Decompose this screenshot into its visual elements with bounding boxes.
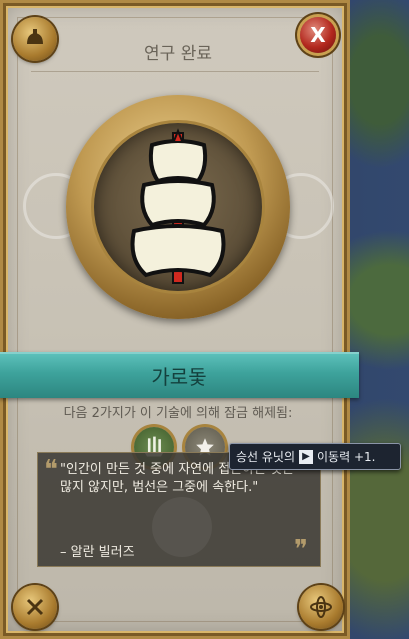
quote-author: – 알란 빌러즈 bbox=[60, 545, 135, 560]
unlock-tooltip: 승선 유닛의 ▶ 이동력 +1. bbox=[229, 443, 401, 470]
research-complete-panel: 연구 완료 가로돛 다음 2가지가 이 기술에 의해 잠금 해제됨: ❝ "인간… bbox=[0, 0, 359, 639]
tech-emblem bbox=[66, 95, 290, 319]
title-divider bbox=[31, 71, 319, 72]
close-quote-icon: ❞ bbox=[294, 535, 308, 565]
close-button[interactable]: X bbox=[300, 17, 336, 53]
open-quote-icon: ❝ bbox=[44, 455, 58, 485]
quote-audio-backdrop bbox=[152, 497, 212, 557]
panel-title: 연구 완료 bbox=[144, 44, 212, 64]
tooltip-prefix: 승선 유닛의 bbox=[236, 450, 296, 464]
movement-icon: ▶ bbox=[299, 449, 314, 464]
tech-name-banner: 가로돛 bbox=[0, 352, 359, 398]
sailing-ship-icon bbox=[130, 128, 226, 284]
atom-icon bbox=[299, 585, 343, 629]
tooltip-suffix: 이동력 +1. bbox=[317, 450, 376, 464]
tech-name: 가로돛 bbox=[151, 364, 207, 389]
close-icon: X bbox=[310, 23, 326, 47]
tech-emblem-inner bbox=[94, 123, 262, 291]
unlocks-label: 다음 2가지가 이 기술에 의해 잠금 해제됨: bbox=[63, 406, 293, 421]
tools-icon bbox=[13, 585, 57, 629]
